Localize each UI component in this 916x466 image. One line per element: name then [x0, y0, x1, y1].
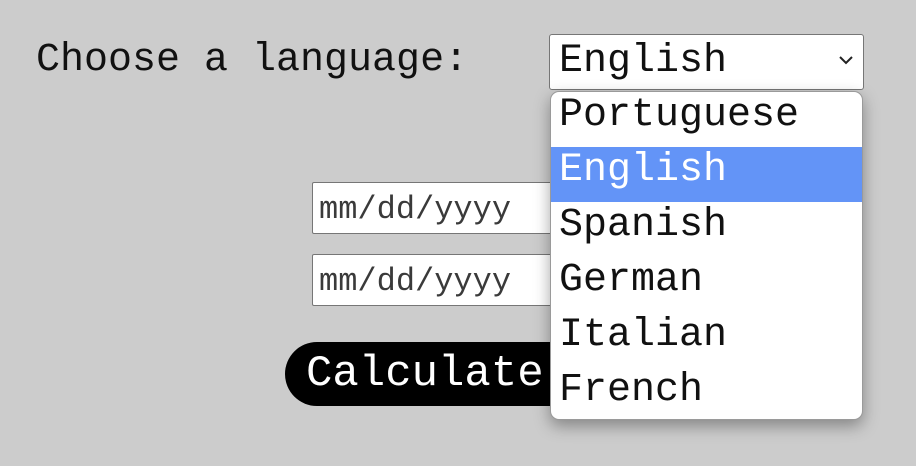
- language-option-portuguese[interactable]: Portuguese: [551, 92, 862, 147]
- start-date-input[interactable]: mm/dd/yyyy: [312, 182, 564, 234]
- calculate-button[interactable]: Calculate: [285, 342, 585, 406]
- language-option-spanish[interactable]: Spanish: [551, 202, 862, 257]
- language-option-english[interactable]: English: [551, 147, 862, 202]
- start-date-placeholder: mm/dd/yyyy: [319, 191, 512, 228]
- language-option-german[interactable]: German: [551, 257, 862, 312]
- language-label: Choose a language:: [36, 38, 469, 83]
- language-select-value: English: [559, 39, 728, 84]
- language-dropdown-list: Portuguese English Spanish German Italia…: [550, 91, 863, 420]
- language-select[interactable]: English: [549, 34, 864, 90]
- chevron-down-icon: [839, 56, 853, 65]
- language-option-italian[interactable]: Italian: [551, 312, 862, 367]
- language-option-french[interactable]: French: [551, 367, 862, 419]
- calculate-button-label: Calculate: [306, 349, 544, 399]
- end-date-input[interactable]: mm/dd/yyyy: [312, 254, 564, 306]
- end-date-placeholder: mm/dd/yyyy: [319, 263, 512, 300]
